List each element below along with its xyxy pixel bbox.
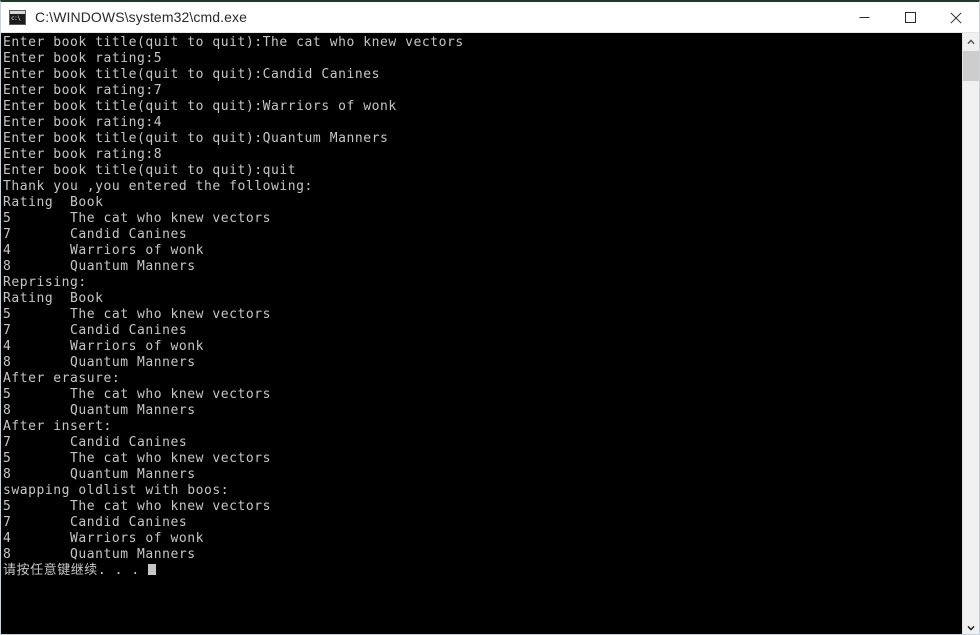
scroll-up-button[interactable] [963, 33, 979, 50]
scrollbar-thumb[interactable] [963, 51, 979, 81]
minimize-button[interactable] [841, 2, 887, 33]
console-cursor [148, 564, 157, 575]
chevron-up-icon [967, 38, 975, 44]
close-button[interactable] [933, 2, 979, 33]
minimize-icon [859, 17, 869, 18]
vertical-scrollbar[interactable] [962, 33, 979, 634]
console-output-area[interactable]: Enter book title(quit to quit):The cat w… [1, 33, 962, 634]
scroll-down-button[interactable] [963, 619, 979, 634]
window-title: C:\WINDOWS\system32\cmd.exe [35, 9, 247, 25]
maximize-icon [904, 12, 916, 23]
window-controls [841, 2, 979, 33]
cmd-console-icon [9, 9, 26, 25]
console-text: Enter book title(quit to quit):The cat w… [3, 35, 464, 578]
scrollbar-track[interactable] [963, 50, 979, 619]
title-bar[interactable]: C:\WINDOWS\system32\cmd.exe [1, 2, 979, 33]
cmd-window: C:\WINDOWS\system32\cmd.exe Enter book [0, 0, 980, 635]
maximize-button[interactable] [887, 2, 933, 33]
chevron-down-icon [967, 625, 975, 631]
close-icon [950, 11, 962, 24]
